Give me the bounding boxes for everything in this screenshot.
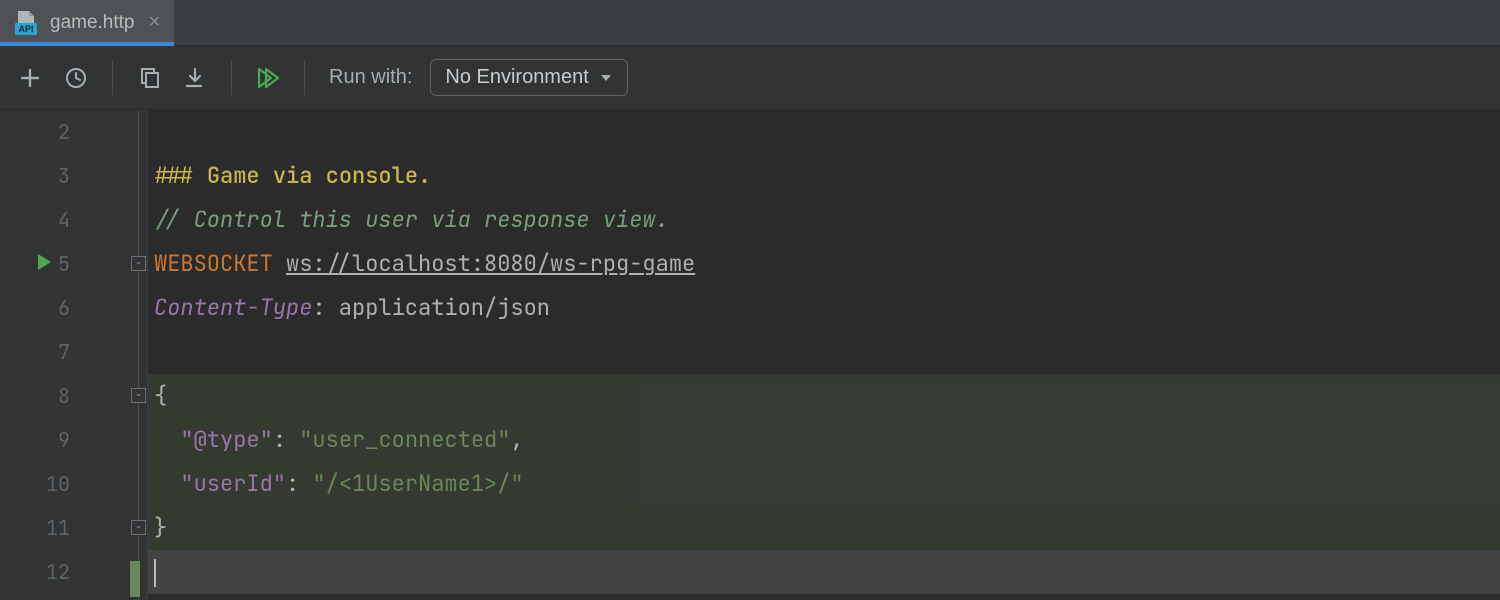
fold-strip: − − −	[130, 110, 148, 600]
tab-game-http[interactable]: API game.http ×	[0, 0, 174, 45]
code-line[interactable]	[154, 110, 1500, 154]
tab-bar: API game.http ×	[0, 0, 1500, 46]
line-number: 4	[0, 198, 70, 242]
line-number: 11	[0, 506, 70, 550]
chevron-down-icon	[599, 71, 613, 85]
code-line[interactable]: ### Game via console.	[154, 154, 1500, 198]
import-button[interactable]	[181, 64, 209, 92]
close-icon[interactable]: ×	[149, 11, 161, 34]
history-button[interactable]	[62, 64, 90, 92]
line-number: 12	[0, 550, 70, 594]
add-button[interactable]	[16, 64, 44, 92]
separator	[112, 61, 113, 95]
environment-select[interactable]: No Environment	[430, 59, 627, 96]
fold-toggle[interactable]: −	[131, 520, 146, 535]
run-gutter-icon[interactable]	[36, 242, 52, 286]
line-number: 3	[0, 154, 70, 198]
line-number: 9	[0, 418, 70, 462]
editor[interactable]: 23456789101112 − − − ### Game via console.…	[0, 110, 1500, 600]
run-with-label: Run with:	[329, 66, 412, 89]
run-all-button[interactable]	[254, 64, 282, 92]
code-line[interactable]: // Control this user via response view.	[154, 198, 1500, 242]
code-line[interactable]: Content-Type: application/json	[154, 286, 1500, 330]
separator	[231, 61, 232, 95]
line-number-gutter: 23456789101112	[0, 110, 130, 600]
environment-value: No Environment	[445, 66, 588, 89]
line-number: 10	[0, 462, 70, 506]
tab-filename: game.http	[50, 12, 135, 34]
line-number: 8	[0, 374, 70, 418]
fold-toggle[interactable]: −	[131, 388, 146, 403]
api-file-icon: API	[12, 9, 40, 37]
code-line[interactable]	[154, 330, 1500, 374]
copy-button[interactable]	[135, 64, 163, 92]
code-area[interactable]: ### Game via console.// Control this use…	[148, 110, 1500, 600]
separator	[304, 61, 305, 95]
svg-text:API: API	[18, 24, 33, 34]
line-number: 5	[0, 242, 70, 286]
line-number: 2	[0, 110, 70, 154]
fold-toggle[interactable]: −	[131, 256, 146, 271]
code-line[interactable]: WEBSOCKET ws://localhost:8080/ws-rpg-gam…	[154, 242, 1500, 286]
toolbar: Run with: No Environment	[0, 46, 1500, 110]
line-number: 6	[0, 286, 70, 330]
line-number: 7	[0, 330, 70, 374]
